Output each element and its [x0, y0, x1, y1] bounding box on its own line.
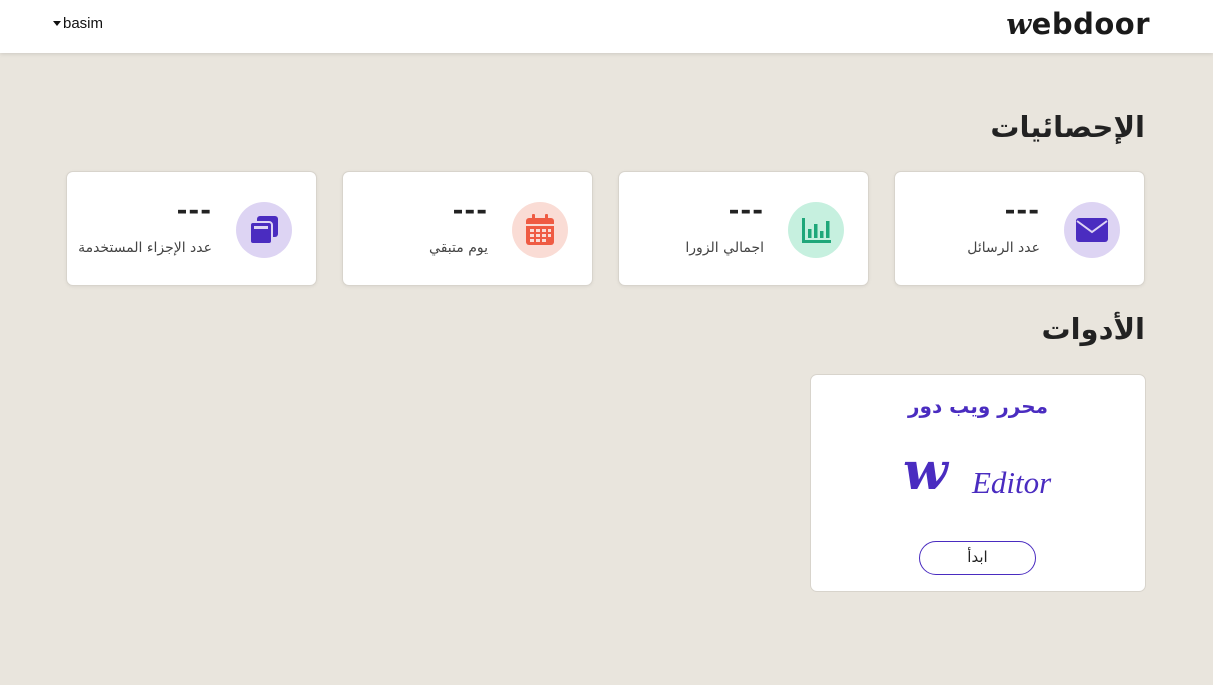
stat-card-days-remaining: --- يوم متبقي [342, 171, 593, 286]
user-name: basim [63, 15, 104, 32]
webdoor-logo[interactable]: webdoor [1006, 7, 1150, 41]
editor-logo-text: Editor [971, 465, 1052, 499]
tools-heading: الأدوات [1041, 312, 1145, 346]
envelope-icon [1064, 202, 1120, 258]
stat-label: اجمالي الزورا [685, 240, 764, 256]
stat-label: عدد الرسائل [967, 240, 1040, 256]
start-button[interactable]: ابدأ [919, 541, 1036, 575]
caret-down-icon [53, 21, 61, 26]
stat-card-parts-used: --- عدد الإجزاء المستخدمة [66, 171, 317, 286]
stat-label: يوم متبقي [429, 240, 488, 256]
editor-logo-mark: w [903, 447, 950, 499]
calendar-icon [512, 202, 568, 258]
stat-value: --- [1004, 196, 1040, 226]
editor-tool-title: محرر ويب دور [908, 394, 1048, 418]
stat-card-messages: --- عدد الرسائل [894, 171, 1145, 286]
logo-mark: w [1006, 7, 1032, 41]
logo-text: ebdoor [1031, 7, 1150, 41]
user-menu-dropdown[interactable]: basim [53, 15, 103, 32]
copy-icon [236, 202, 292, 258]
stat-label: عدد الإجزاء المستخدمة [78, 240, 212, 256]
top-navbar: basim webdoor [0, 0, 1213, 53]
stat-value: --- [176, 196, 212, 226]
editor-tool-card: محرر ويب دور w Editor ابدأ [810, 374, 1146, 592]
stat-value: --- [452, 196, 488, 226]
statistics-heading: الإحصائيات [990, 110, 1145, 144]
weditor-logo: w Editor [903, 447, 1052, 499]
stat-card-visitors: --- اجمالي الزورا [618, 171, 869, 286]
bar-chart-icon [788, 202, 844, 258]
stat-value: --- [728, 196, 764, 226]
